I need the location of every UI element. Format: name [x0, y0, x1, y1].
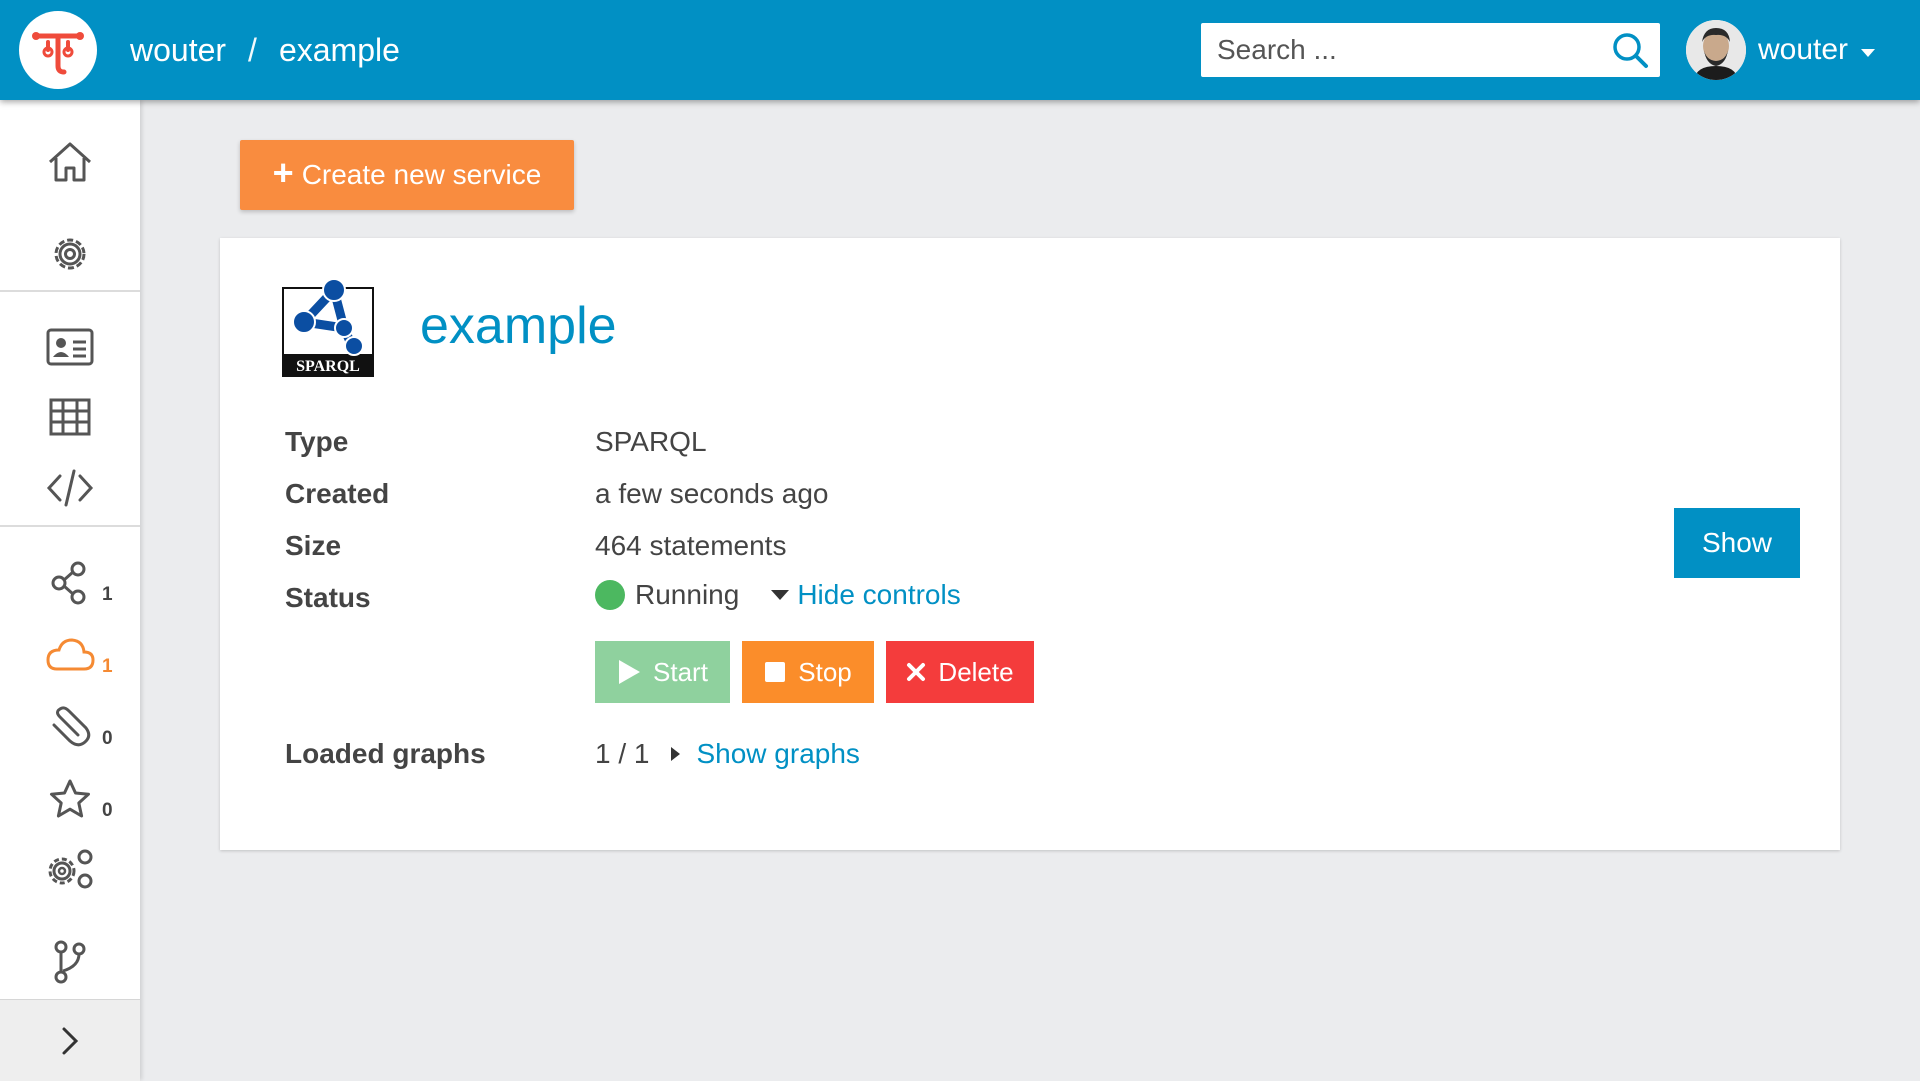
status-value: Running — [635, 579, 740, 610]
sidebar-item-settings[interactable] — [0, 224, 140, 284]
sidebar-item-insights[interactable]: 1 — [0, 550, 140, 616]
create-new-service-button[interactable]: + Create new service — [240, 140, 574, 210]
gears-icon — [48, 849, 93, 889]
stop-label: Stop — [798, 656, 852, 687]
type-value: SPARQL — [595, 426, 707, 457]
paperclip-icon — [52, 706, 91, 747]
settings-icon — [54, 238, 86, 270]
code-icon — [46, 469, 94, 507]
plus-icon: + — [272, 152, 294, 193]
size-label: Size — [285, 530, 342, 561]
sidebar-badge: 0 — [102, 800, 113, 821]
star-icon — [50, 779, 90, 818]
search-input[interactable] — [1201, 33, 1609, 67]
sidebar-item-versions[interactable] — [0, 930, 140, 994]
git-branch-icon — [54, 940, 86, 984]
avatar — [1686, 20, 1746, 80]
breadcrumb: wouter / example — [130, 30, 400, 70]
loaded-graphs-value: 1 / 1 — [595, 738, 650, 769]
show-button[interactable]: Show — [1674, 508, 1800, 578]
sidebar-expand-button[interactable] — [0, 999, 140, 1081]
create-new-service-label: Create new service — [301, 159, 542, 190]
sidebar-item-admin-settings[interactable] — [0, 838, 140, 900]
breadcrumb-owner[interactable]: wouter — [130, 32, 226, 69]
share-graph-icon — [51, 561, 86, 605]
service-title[interactable]: example — [420, 296, 617, 356]
start-label: Start — [653, 656, 708, 687]
sidebar-divider — [0, 290, 140, 292]
triply-logo[interactable] — [19, 11, 97, 89]
close-icon — [907, 663, 926, 681]
hide-controls-link[interactable]: Hide controls — [797, 579, 960, 611]
sidebar-item-services[interactable]: 1 — [0, 622, 140, 688]
user-menu[interactable]: wouter — [1686, 16, 1876, 84]
status-label: Status — [285, 582, 371, 613]
top-bar: wouter / example wouter — [0, 0, 1920, 100]
user-name: wouter — [1758, 33, 1849, 66]
type-label: Type — [285, 426, 349, 457]
show-graphs-toggle[interactable]: Show graphs — [671, 738, 860, 770]
breadcrumb-dataset[interactable]: example — [279, 32, 400, 69]
delete-label: Delete — [938, 656, 1014, 687]
sidebar-divider — [0, 525, 140, 527]
loaded-graphs-group: 1 / 1 Show graphs — [595, 738, 860, 770]
stop-button[interactable]: Stop — [742, 641, 874, 703]
user-avatar-icon — [1686, 20, 1746, 80]
home-icon — [48, 142, 92, 182]
start-button[interactable]: Start — [595, 641, 730, 703]
triply-logo-icon — [32, 32, 84, 75]
table-icon — [49, 398, 91, 436]
created-label: Created — [285, 478, 390, 509]
sidebar-item-table[interactable] — [0, 387, 140, 447]
search-box — [1201, 23, 1660, 77]
sidebar-item-home[interactable] — [0, 132, 140, 192]
info-card-icon — [46, 328, 94, 366]
show-graphs-link[interactable]: Show graphs — [696, 738, 859, 770]
search-icon[interactable] — [1610, 30, 1650, 75]
loaded-graphs-label: Loaded graphs — [285, 738, 486, 769]
breadcrumb-separator: / — [248, 31, 257, 68]
sparql-logo-text: SPARQL — [296, 358, 360, 375]
sidebar-badge: 1 — [102, 656, 113, 677]
sidebar-item-assets[interactable]: 0 — [0, 694, 140, 760]
caret-down-icon — [1860, 33, 1876, 67]
sidebar-badge: 0 — [102, 728, 113, 749]
running-status-indicator — [595, 580, 625, 610]
play-icon — [619, 660, 641, 684]
sidebar-item-code[interactable] — [0, 458, 140, 518]
chevron-right-icon — [62, 1027, 79, 1054]
size-value: 464 statements — [595, 530, 787, 561]
delete-button[interactable]: Delete — [886, 641, 1034, 703]
cloud-icon — [46, 638, 95, 671]
sparql-logo: SPARQL — [282, 278, 374, 377]
sidebar: 1 1 0 0 — [0, 100, 140, 1081]
status-value-group: Running Hide controls — [595, 579, 961, 611]
sidebar-item-info[interactable] — [0, 317, 140, 377]
hide-controls-toggle[interactable]: Hide controls — [771, 579, 961, 611]
stop-icon — [765, 662, 786, 682]
caret-down-icon — [771, 590, 790, 600]
sidebar-badge: 1 — [102, 584, 113, 605]
created-value: a few seconds ago — [595, 478, 829, 509]
sidebar-item-stories[interactable]: 0 — [0, 766, 140, 832]
caret-right-icon — [671, 747, 681, 761]
service-card: SPARQL example Type SPARQL Created a few… — [220, 238, 1840, 850]
